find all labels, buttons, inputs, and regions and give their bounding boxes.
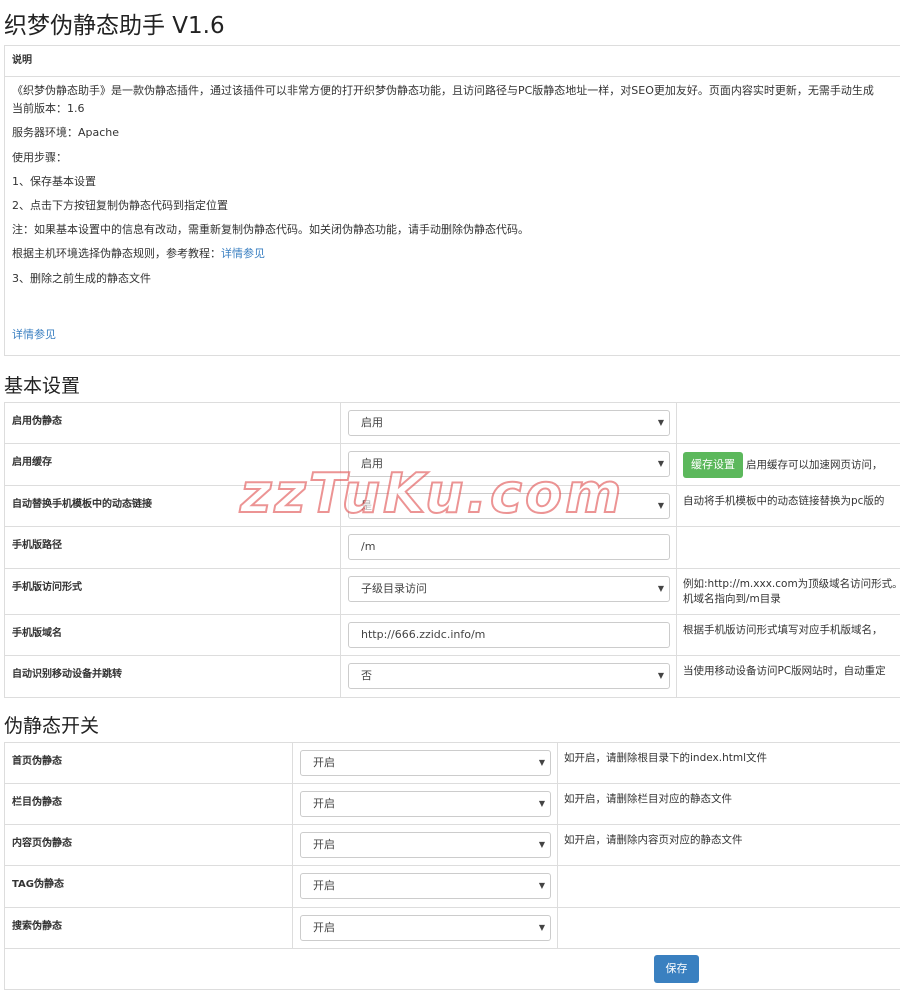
page-title: 织梦伪静态助手 V1.6 — [4, 6, 225, 40]
step-2: 2、点击下方按钮复制伪静态代码到指定位置 — [12, 197, 228, 213]
hint-line-1: 例如:http://m.xxx.com为顶级域名访问形式。 — [683, 577, 900, 592]
step-3: 3、删除之前生成的静态文件 — [12, 270, 151, 286]
setting-label: 启用伪静态 — [5, 403, 341, 444]
rewrite-select[interactable]: 启用 ▼ — [348, 410, 670, 436]
setting-hint: 启用缓存可以加速网页访问， — [746, 459, 883, 471]
setting-hint — [677, 527, 900, 569]
select-value: 否 — [361, 669, 372, 682]
cache-settings-button[interactable]: 缓存设置 — [683, 452, 743, 478]
setting-label: 手机版路径 — [5, 527, 341, 569]
switch-row-home: 首页伪静态 开启 ▼ 如开启，请删除根目录下的index.html文件 — [5, 743, 900, 784]
switch-hint: 如开启，请删除根目录下的index.html文件 — [558, 743, 900, 784]
mobile-link-select[interactable]: 是▼ — [348, 493, 670, 519]
select-arrow-icon: ▼ — [539, 916, 545, 940]
setting-label: 自动识别移动设备并跳转 — [5, 656, 341, 698]
save-button[interactable]: 保存 — [654, 955, 699, 983]
select-arrow-icon: ▼ — [658, 452, 664, 476]
setting-row-rewrite: 启用伪静态 启用 ▼ — [5, 403, 900, 444]
switch-hint — [558, 908, 900, 949]
rewrite-switch-table: 首页伪静态 开启 ▼ 如开启，请删除根目录下的index.html文件 栏目伪静态… — [4, 742, 900, 949]
switch-label: 内容页伪静态 — [5, 825, 293, 866]
more-details-link[interactable]: 详情参见 — [12, 326, 56, 342]
rewrite-switch-heading: 伪静态开关 — [4, 711, 99, 738]
setting-label: 启用缓存 — [5, 444, 341, 486]
setting-hint: 当使用移动设备访问PC版网站时，自动重定 — [677, 656, 900, 698]
form-footer — [4, 948, 900, 990]
select-arrow-icon: ▼ — [658, 411, 664, 435]
switch-label: 搜索伪静态 — [5, 908, 293, 949]
switch-hint: 如开启，请删除栏目对应的静态文件 — [558, 784, 900, 825]
mobile-access-select[interactable]: 子级目录访问 ▼ — [348, 576, 670, 602]
switch-label: 栏目伪静态 — [5, 784, 293, 825]
setting-hint: 自动将手机模板中的动态链接替换为pc版的 — [677, 486, 900, 527]
version-text: 当前版本：1.6 — [12, 100, 85, 116]
setting-label: 自动替换手机模板中的动态链接 — [5, 486, 341, 527]
select-value: 是 — [361, 499, 372, 512]
switch-row-tag: TAG伪静态 开启 ▼ — [5, 866, 900, 908]
description-header: 说明 — [5, 46, 900, 77]
select-value: 子级目录访问 — [361, 582, 427, 595]
category-rewrite-select[interactable]: 开启 ▼ — [300, 791, 551, 817]
mobile-path-input[interactable]: /m — [348, 534, 670, 560]
setting-row-auto-redirect: 自动识别移动设备并跳转 否▼ 当使用移动设备访问PC版网站时，自动重定 — [5, 656, 900, 698]
setting-row-mobile-domain: 手机版域名 http://666.zzidc.info/m 根据手机版访问形式填… — [5, 615, 900, 656]
setting-row-cache: 启用缓存 启用 ▼ 缓存设置启用缓存可以加速网页访问， — [5, 444, 900, 486]
select-value: 开启 — [313, 921, 335, 934]
select-value: 开启 — [313, 879, 335, 892]
description-panel: 说明 《织梦伪静态助手》是一款伪静态插件，通过该插件可以非常方便的打开织梦伪静态… — [4, 45, 900, 356]
select-arrow-icon: ▼ — [658, 577, 664, 601]
switch-label: TAG伪静态 — [5, 866, 293, 908]
description-intro: 《织梦伪静态助手》是一款伪静态插件，通过该插件可以非常方便的打开织梦伪静态功能，… — [12, 82, 874, 98]
note-text: 注：如果基本设置中的信息有改动，需重新复制伪静态代码。如关闭伪静态功能，请手动删… — [12, 221, 529, 237]
hint-line-2: 机域名指向到/m目录 — [683, 592, 900, 607]
setting-label: 手机版访问形式 — [5, 569, 341, 615]
select-value: 开启 — [313, 756, 335, 769]
setting-hint: 根据手机版访问形式填写对应手机版域名， — [677, 615, 900, 656]
select-arrow-icon: ▼ — [658, 664, 664, 688]
select-value: 启用 — [361, 457, 383, 470]
setting-row-mobile-link: 自动替换手机模板中的动态链接 是▼ 自动将手机模板中的动态链接替换为pc版的 — [5, 486, 900, 527]
step-1: 1、保存基本设置 — [12, 173, 96, 189]
switch-label: 首页伪静态 — [5, 743, 293, 784]
select-arrow-icon: ▼ — [658, 494, 664, 518]
select-arrow-icon: ▼ — [539, 874, 545, 898]
switch-hint — [558, 866, 900, 908]
setting-label: 手机版域名 — [5, 615, 341, 656]
content-rewrite-select[interactable]: 开启 ▼ — [300, 832, 551, 858]
select-arrow-icon: ▼ — [539, 792, 545, 816]
auto-redirect-select[interactable]: 否▼ — [348, 663, 670, 689]
server-env-text: 服务器环境：Apache — [12, 124, 119, 140]
select-arrow-icon: ▼ — [539, 833, 545, 857]
cache-select[interactable]: 启用 ▼ — [348, 451, 670, 477]
select-arrow-icon: ▼ — [539, 751, 545, 775]
search-rewrite-select[interactable]: 开启 ▼ — [300, 915, 551, 941]
select-value: 开启 — [313, 797, 335, 810]
switch-hint: 如开启，请删除内容页对应的静态文件 — [558, 825, 900, 866]
switch-row-content: 内容页伪静态 开启 ▼ 如开启，请删除内容页对应的静态文件 — [5, 825, 900, 866]
home-rewrite-select[interactable]: 开启 ▼ — [300, 750, 551, 776]
rule-text: 根据主机环境选择伪静态规则，参考教程：详情参见 — [12, 245, 265, 261]
setting-row-mobile-path: 手机版路径 /m — [5, 527, 900, 569]
select-value: 启用 — [361, 416, 383, 429]
rule-text-label: 根据主机环境选择伪静态规则，参考教程： — [12, 247, 221, 260]
tag-rewrite-select[interactable]: 开启 ▼ — [300, 873, 551, 899]
switch-row-category: 栏目伪静态 开启 ▼ 如开启，请删除栏目对应的静态文件 — [5, 784, 900, 825]
steps-heading: 使用步骤： — [12, 149, 67, 165]
setting-hint: 例如:http://m.xxx.com为顶级域名访问形式。机域名指向到/m目录 — [677, 569, 900, 615]
basic-settings-heading: 基本设置 — [4, 371, 80, 398]
select-value: 开启 — [313, 838, 335, 851]
setting-hint — [677, 403, 900, 444]
setting-row-mobile-access: 手机版访问形式 子级目录访问 ▼ 例如:http://m.xxx.com为顶级域名… — [5, 569, 900, 615]
switch-row-search: 搜索伪静态 开启 ▼ — [5, 908, 900, 949]
basic-settings-table: 启用伪静态 启用 ▼ 启用缓存 启用 ▼ 缓存设置启用缓存可以加速网页访问， 自动替… — [4, 402, 900, 698]
tutorial-link[interactable]: 详情参见 — [221, 247, 265, 260]
mobile-domain-input[interactable]: http://666.zzidc.info/m — [348, 622, 670, 648]
